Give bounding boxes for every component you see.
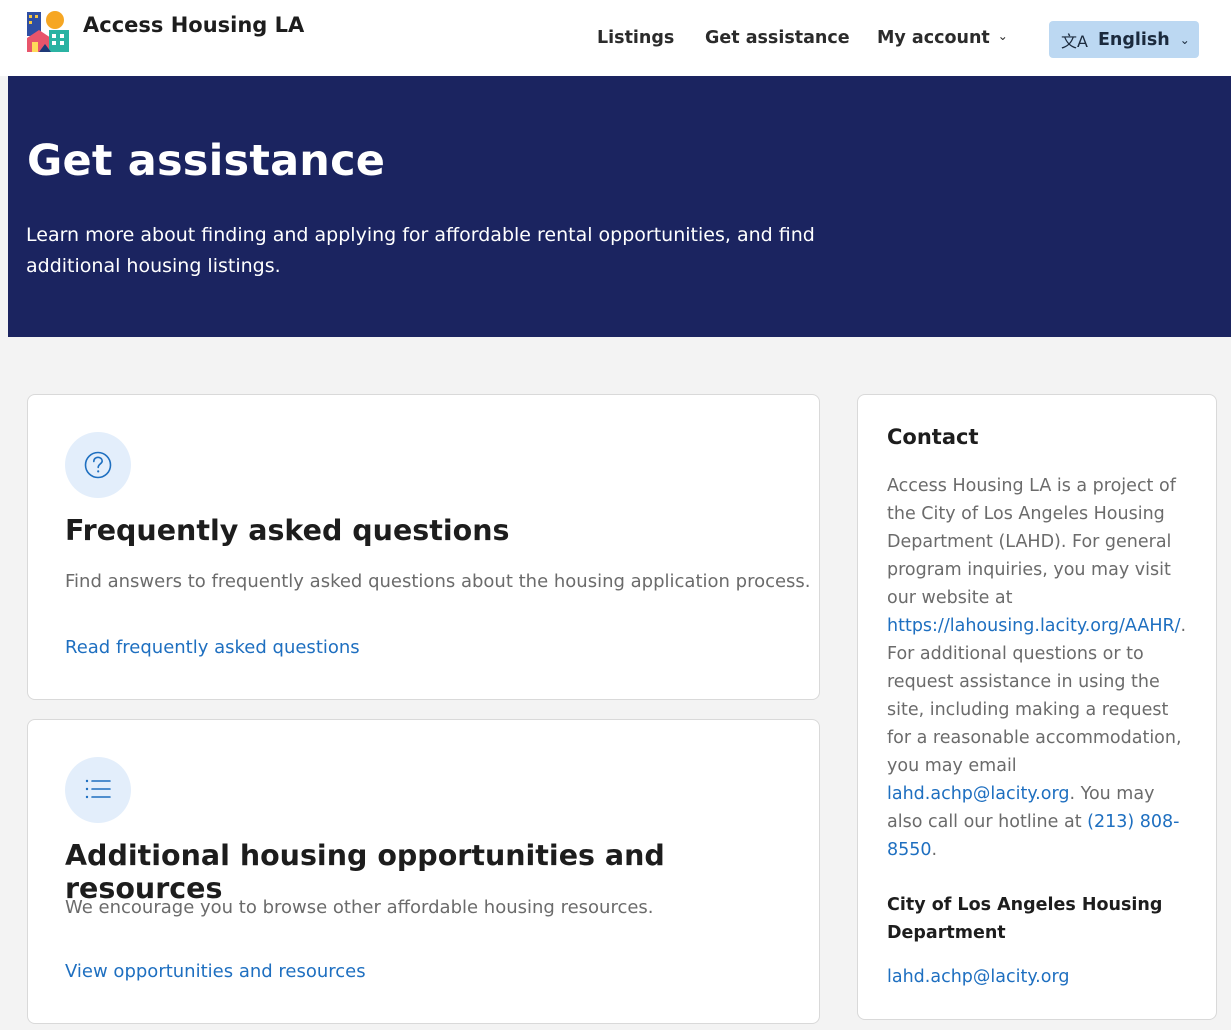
card-title: Additional housing opportunities and res… bbox=[65, 839, 665, 905]
card-title: Frequently asked questions bbox=[65, 514, 510, 547]
email-link[interactable]: lahd.achp@lacity.org bbox=[887, 967, 1069, 987]
email-link-inline[interactable]: lahd.achp@lacity.org bbox=[887, 784, 1069, 804]
hero-banner: Get assistance Learn more about finding … bbox=[8, 76, 1231, 337]
chevron-down-icon: ⌄ bbox=[1179, 32, 1190, 47]
language-selector[interactable]: 文A English ⌄ bbox=[1049, 21, 1199, 58]
contact-text: . For additional questions or to request… bbox=[887, 616, 1187, 776]
nav-listings[interactable]: Listings bbox=[597, 28, 674, 48]
faq-card: Frequently asked questions Find answers … bbox=[27, 394, 820, 700]
nav-my-account-label: My account bbox=[877, 28, 990, 48]
view-resources-link[interactable]: View opportunities and resources bbox=[65, 961, 366, 982]
read-faq-link[interactable]: Read frequently asked questions bbox=[65, 637, 360, 658]
logo-icon bbox=[27, 11, 69, 52]
nav-my-account[interactable]: My account ⌄ bbox=[877, 28, 1008, 48]
site-header: Access Housing LA Listings Get assistanc… bbox=[0, 0, 1231, 76]
contact-body: Access Housing LA is a project of the Ci… bbox=[887, 472, 1187, 864]
page-title: Get assistance bbox=[27, 136, 386, 186]
brand-name: Access Housing LA bbox=[83, 13, 305, 37]
brand[interactable]: Access Housing LA bbox=[25, 8, 304, 54]
website-link[interactable]: https://lahousing.lacity.org/AAHR/ bbox=[887, 616, 1181, 636]
card-description: Find answers to frequently asked questio… bbox=[65, 571, 811, 592]
contact-text: . bbox=[931, 840, 938, 860]
page-subtitle: Learn more about finding and applying fo… bbox=[26, 224, 815, 277]
org-name: City of Los Angeles Housing Department bbox=[887, 895, 1163, 943]
contact-card: Contact Access Housing LA is a project o… bbox=[857, 394, 1217, 1020]
resources-card: Additional housing opportunities and res… bbox=[27, 719, 820, 1024]
language-label: English bbox=[1097, 29, 1170, 50]
nav-get-assistance[interactable]: Get assistance bbox=[705, 28, 850, 48]
card-description: We encourage you to browse other afforda… bbox=[65, 897, 654, 918]
contact-title: Contact bbox=[887, 425, 979, 449]
list-icon bbox=[65, 757, 131, 823]
chevron-down-icon: ⌄ bbox=[997, 29, 1008, 43]
question-circle-icon bbox=[65, 432, 131, 498]
translate-icon: 文A bbox=[1061, 31, 1088, 51]
contact-text: Access Housing LA is a project of the Ci… bbox=[887, 476, 1176, 608]
